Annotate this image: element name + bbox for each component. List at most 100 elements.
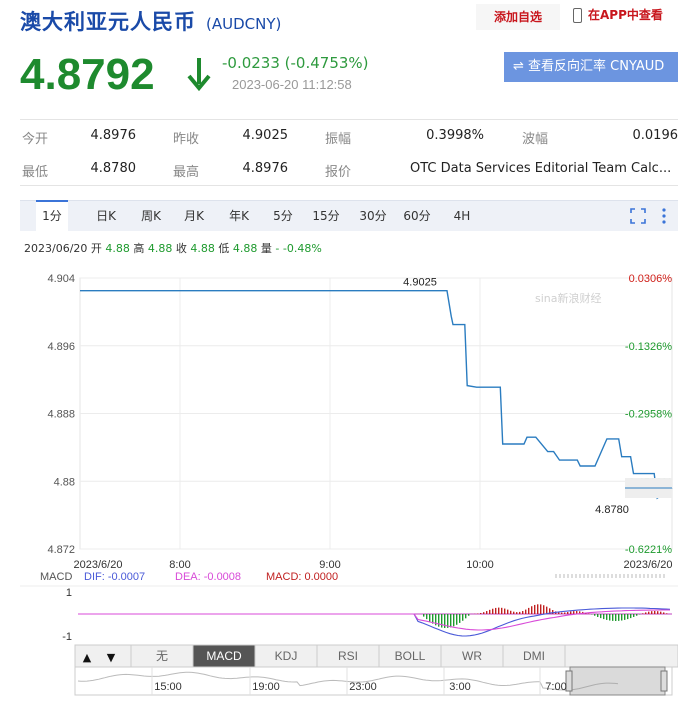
macd-bar — [480, 612, 482, 614]
macd-bar — [429, 614, 431, 622]
macd-bar — [645, 612, 647, 614]
watermark-logo: sina新浪财经 — [535, 291, 602, 305]
page-title: 澳大利亚元人民币 (AUDCNY) — [20, 6, 281, 36]
macd-dea-label: DEA: -0.0008 — [175, 571, 241, 583]
scroll-down-icon[interactable]: ▼ — [107, 651, 116, 664]
navigator-time-label: 15:00 — [154, 681, 182, 693]
indicator-tab-1[interactable]: MACD — [206, 649, 242, 663]
y-tick-label: 4.872 — [47, 544, 75, 556]
view-in-app-link[interactable]: 在APP中查看 — [573, 6, 663, 23]
macd-bar — [636, 614, 638, 616]
high-value: 4.8976 — [242, 161, 289, 176]
macd-bar — [666, 613, 668, 614]
macd-bar — [492, 608, 494, 614]
macd-bar — [540, 604, 542, 614]
macd-bar — [657, 611, 659, 614]
navigator-selection[interactable] — [569, 666, 666, 696]
pct-tick-label: 0.0306% — [629, 273, 673, 285]
prev-close-value: 4.9025 — [242, 128, 289, 143]
tab-period-7[interactable]: 30分 — [358, 201, 388, 231]
phone-icon — [573, 8, 582, 23]
macd-bar — [561, 612, 563, 614]
ohlc-low-label: 低 — [218, 242, 230, 255]
reverse-rate-button[interactable]: ⇌ 查看反向汇率 CNYAUD — [504, 52, 678, 82]
x-tick-label: 8:00 — [169, 559, 190, 571]
scroll-up-icon[interactable]: ▲ — [83, 651, 92, 664]
prev-close-label: 昨收 — [173, 132, 200, 147]
quote-source-value: OTC Data Services Editorial Team Calc... — [410, 161, 672, 176]
macd-bar — [534, 604, 536, 614]
fullscreen-icon[interactable] — [630, 208, 646, 228]
navigator-time-label: 23:00 — [349, 681, 377, 693]
ohlc-date: 2023/06/20 — [24, 242, 88, 255]
tab-period-9[interactable]: 4H — [450, 201, 474, 231]
macd-bar — [612, 614, 614, 621]
macd-dea-line — [78, 609, 670, 631]
macd-label: MACD — [40, 571, 72, 583]
indicator-tab-4[interactable]: BOLL — [395, 649, 426, 663]
macd-bar — [594, 614, 596, 616]
macd-bar — [450, 614, 452, 628]
macd-bar — [513, 611, 515, 614]
macd-bar — [543, 605, 545, 614]
tab-period-4[interactable]: 年K — [225, 201, 253, 231]
macd-bar — [648, 611, 650, 614]
macd-bar — [483, 612, 485, 614]
x-tick-label: 2023/6/20 — [624, 559, 673, 571]
macd-dif-label: DIF: -0.0007 — [84, 571, 145, 583]
price-chart[interactable]: 4.904 0.0306% 4.896 -0.1326% 4.888 -0.2958% 4.… — [0, 260, 678, 707]
title-name: 澳大利亚元人民币 — [20, 10, 196, 34]
macd-bar — [600, 614, 602, 619]
indicator-tab-6[interactable]: DMI — [523, 649, 545, 663]
ohlc-volume-label: 量 — [260, 242, 272, 255]
macd-bar — [495, 607, 497, 614]
pct-tick-label: -0.6221% — [625, 544, 672, 556]
ohlc-volume: - — [275, 242, 280, 255]
y-tick-label: 4.88 — [54, 476, 75, 488]
indicator-tab-0[interactable]: 无 — [156, 649, 168, 663]
quote-time: 2023-06-20 11:12:58 — [232, 77, 352, 92]
y-tick-label: 4.896 — [47, 341, 75, 353]
y-tick-label: 4.904 — [47, 273, 75, 285]
macd-bar — [621, 614, 623, 621]
macd-bar — [456, 614, 458, 625]
open-value: 4.8976 — [90, 128, 137, 143]
tab-period-0[interactable]: 1分 — [36, 200, 68, 232]
macd-bar — [504, 608, 506, 614]
tab-period-5[interactable]: 5分 — [272, 201, 294, 231]
macd-bar — [453, 614, 455, 627]
macd-bar — [528, 607, 530, 614]
ohlc-high: 4.88 — [147, 242, 173, 255]
macd-bar — [573, 611, 575, 614]
indicator-tab-2[interactable]: KDJ — [275, 649, 298, 663]
indicator-tab-3[interactable]: RSI — [338, 649, 358, 663]
macd-y-top: 1 — [66, 587, 72, 599]
navigator-handle-right[interactable] — [660, 670, 668, 692]
ohlc-close-label: 收 — [175, 242, 187, 255]
tab-period-8[interactable]: 60分 — [402, 201, 432, 231]
navigator-handle-left[interactable] — [565, 670, 573, 692]
more-options-icon[interactable] — [660, 207, 668, 229]
y-tick-label: 4.888 — [47, 409, 75, 421]
ohlc-open-label: 开 — [90, 242, 102, 255]
add-favorite-button[interactable]: 添加自选 — [476, 4, 560, 30]
tab-period-2[interactable]: 周K — [136, 201, 166, 231]
navigator-time-label: 19:00 — [252, 681, 280, 693]
divider — [20, 119, 678, 120]
down-arrow-icon — [187, 58, 211, 92]
high-label: 最高 — [173, 165, 200, 180]
view-in-app-label: 在APP中查看 — [588, 8, 663, 22]
tab-period-3[interactable]: 月K — [180, 201, 208, 231]
macd-bar — [423, 614, 425, 617]
macd-y-bottom: -1 — [62, 631, 72, 643]
tab-period-1[interactable]: 日K — [92, 201, 120, 231]
macd-bar — [459, 614, 461, 623]
x-tick-label: 9:00 — [319, 559, 340, 571]
volatility-value: 0.0196 — [632, 128, 678, 143]
macd-bar — [633, 614, 635, 617]
pct-tick-label: -0.2958% — [625, 409, 672, 421]
macd-bar — [660, 611, 662, 614]
chart-period-tabs: 1分 日K 周K 月K 年K 5分 15分 30分 60分 4H — [20, 200, 678, 232]
tab-period-6[interactable]: 15分 — [312, 201, 340, 231]
indicator-tab-5[interactable]: WR — [462, 649, 482, 663]
